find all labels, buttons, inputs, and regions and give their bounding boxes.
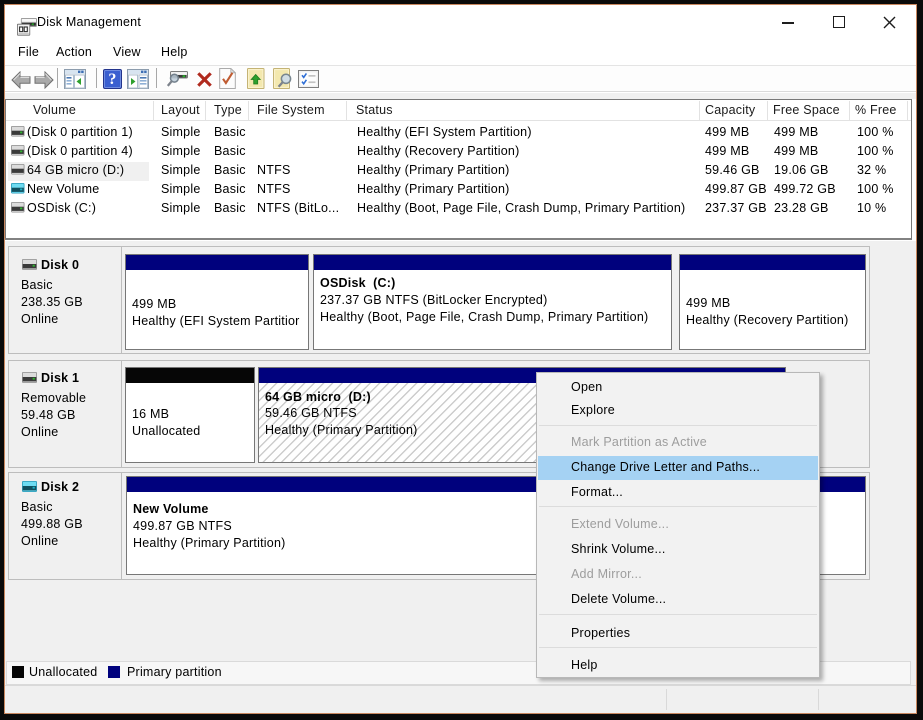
svg-text:?: ? — [108, 71, 116, 88]
